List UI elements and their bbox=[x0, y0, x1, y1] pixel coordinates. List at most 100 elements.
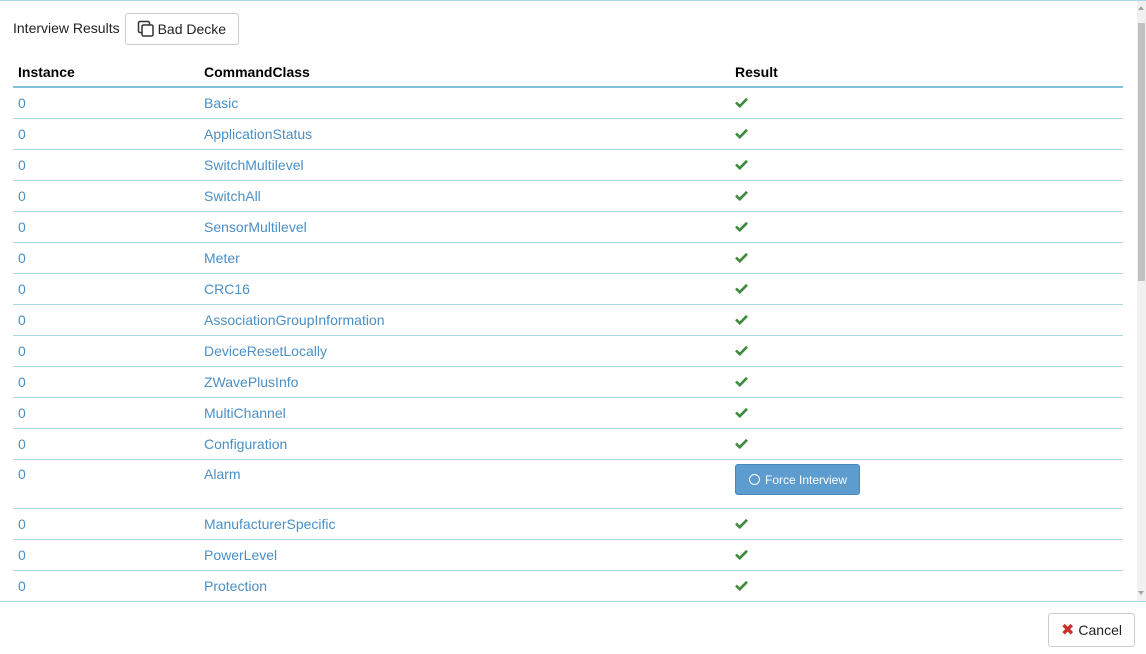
copy-button[interactable]: Bad Decke bbox=[124, 13, 240, 45]
commandclass-link[interactable]: ApplicationStatus bbox=[199, 118, 730, 150]
check-icon bbox=[735, 190, 748, 201]
result-cell bbox=[730, 397, 1123, 429]
instance-link[interactable]: 0 bbox=[13, 304, 199, 336]
check-icon bbox=[735, 283, 748, 294]
commandclass-link[interactable]: Meter bbox=[199, 242, 730, 274]
commandclass-link[interactable]: Configuration bbox=[199, 428, 730, 460]
result-cell bbox=[730, 366, 1123, 398]
commandclass-link[interactable]: AssociationGroupInformation bbox=[199, 304, 730, 336]
check-icon bbox=[735, 376, 748, 387]
table-row: 0 MultiChannel bbox=[13, 397, 1123, 429]
modal-footer-border bbox=[0, 601, 1146, 602]
result-cell bbox=[730, 508, 1123, 540]
check-icon bbox=[735, 221, 748, 232]
column-header-commandclass: CommandClass bbox=[199, 57, 730, 88]
check-icon bbox=[735, 438, 748, 449]
result-cell bbox=[730, 180, 1123, 212]
result-cell bbox=[730, 87, 1123, 119]
instance-link[interactable]: 0 bbox=[13, 211, 199, 243]
table-row: 0 Alarm Force Interview bbox=[13, 459, 1123, 509]
table-row: 0 PowerLevel bbox=[13, 539, 1123, 571]
table-row: 0 SwitchMultilevel bbox=[13, 149, 1123, 181]
instance-link[interactable]: 0 bbox=[13, 366, 199, 398]
check-icon bbox=[735, 580, 748, 591]
instance-link[interactable]: 0 bbox=[13, 180, 199, 212]
instance-link[interactable]: 0 bbox=[13, 570, 199, 601]
table-row: 0 ApplicationStatus bbox=[13, 118, 1123, 150]
scroll-up-arrow-icon[interactable] bbox=[1138, 6, 1144, 10]
column-header-result: Result bbox=[730, 57, 1123, 88]
table-row: 0 AssociationGroupInformation bbox=[13, 304, 1123, 336]
instance-link[interactable]: 0 bbox=[13, 508, 199, 540]
vertical-scrollbar[interactable] bbox=[1137, 1, 1146, 601]
check-icon bbox=[735, 518, 748, 529]
instance-link[interactable]: 0 bbox=[13, 459, 199, 509]
close-icon: ✖ bbox=[1061, 622, 1075, 639]
check-icon bbox=[735, 314, 748, 325]
result-cell bbox=[730, 304, 1123, 336]
table-row: 0 Meter bbox=[13, 242, 1123, 274]
commandclass-link[interactable]: Basic bbox=[199, 87, 730, 119]
column-header-instance: Instance bbox=[13, 57, 199, 88]
instance-link[interactable]: 0 bbox=[13, 87, 199, 119]
table-row: 0 Protection bbox=[13, 570, 1123, 601]
table-row: 0 Basic bbox=[13, 87, 1123, 119]
instance-link[interactable]: 0 bbox=[13, 149, 199, 181]
result-cell: Force Interview bbox=[730, 459, 1123, 509]
page-title: Interview Results bbox=[13, 20, 120, 36]
scrollbar-thumb[interactable] bbox=[1138, 23, 1145, 281]
table-row: 0 DeviceResetLocally bbox=[13, 335, 1123, 367]
result-cell bbox=[730, 118, 1123, 150]
check-icon bbox=[735, 407, 748, 418]
commandclass-link[interactable]: ManufacturerSpecific bbox=[199, 508, 730, 540]
commandclass-link[interactable]: SwitchMultilevel bbox=[199, 149, 730, 181]
table-row: 0 ZWavePlusInfo bbox=[13, 366, 1123, 398]
instance-link[interactable]: 0 bbox=[13, 242, 199, 274]
commandclass-link[interactable]: SwitchAll bbox=[199, 180, 730, 212]
result-cell bbox=[730, 211, 1123, 243]
instance-link[interactable]: 0 bbox=[13, 118, 199, 150]
interview-results-table: Instance CommandClass Result 0 Basic 0 Appl… bbox=[13, 57, 1123, 601]
table-header-row: Instance CommandClass Result bbox=[13, 57, 1123, 88]
commandclass-link[interactable]: PowerLevel bbox=[199, 539, 730, 571]
copy-icon bbox=[137, 20, 154, 37]
instance-link[interactable]: 0 bbox=[13, 539, 199, 571]
table-body: 0 Basic 0 ApplicationStatus 0 SwitchMultileve… bbox=[13, 87, 1123, 601]
instance-link[interactable]: 0 bbox=[13, 397, 199, 429]
result-cell bbox=[730, 273, 1123, 305]
result-cell bbox=[730, 539, 1123, 571]
check-icon bbox=[735, 159, 748, 170]
table-row: 0 Configuration bbox=[13, 428, 1123, 460]
table-row: 0 SwitchAll bbox=[13, 180, 1123, 212]
result-cell bbox=[730, 570, 1123, 601]
table-row: 0 ManufacturerSpecific bbox=[13, 508, 1123, 540]
commandclass-link[interactable]: SensorMultilevel bbox=[199, 211, 730, 243]
table-row: 0 CRC16 bbox=[13, 273, 1123, 305]
commandclass-link[interactable]: Alarm bbox=[199, 459, 730, 509]
instance-link[interactable]: 0 bbox=[13, 273, 199, 305]
force-interview-button[interactable]: Force Interview bbox=[735, 464, 861, 495]
commandclass-link[interactable]: MultiChannel bbox=[199, 397, 730, 429]
header-row: Interview Results Bad Decke bbox=[13, 12, 240, 46]
cancel-button-label: Cancel bbox=[1078, 622, 1122, 638]
result-cell bbox=[730, 428, 1123, 460]
force-interview-label: Force Interview bbox=[765, 472, 848, 487]
cancel-button[interactable]: ✖ Cancel bbox=[1048, 613, 1135, 647]
copy-button-label: Bad Decke bbox=[157, 21, 227, 37]
instance-link[interactable]: 0 bbox=[13, 428, 199, 460]
table-row: 0 SensorMultilevel bbox=[13, 211, 1123, 243]
modal-body: Interview Results Bad Decke Instance Com… bbox=[0, 1, 1146, 601]
circle-icon bbox=[749, 474, 760, 485]
check-icon bbox=[735, 97, 748, 108]
commandclass-link[interactable]: ZWavePlusInfo bbox=[199, 366, 730, 398]
check-icon bbox=[735, 549, 748, 560]
commandclass-link[interactable]: Protection bbox=[199, 570, 730, 601]
instance-link[interactable]: 0 bbox=[13, 335, 199, 367]
commandclass-link[interactable]: CRC16 bbox=[199, 273, 730, 305]
result-cell bbox=[730, 149, 1123, 181]
commandclass-link[interactable]: DeviceResetLocally bbox=[199, 335, 730, 367]
check-icon bbox=[735, 345, 748, 356]
scroll-down-arrow-icon[interactable] bbox=[1138, 591, 1144, 595]
result-cell bbox=[730, 335, 1123, 367]
check-icon bbox=[735, 128, 748, 139]
